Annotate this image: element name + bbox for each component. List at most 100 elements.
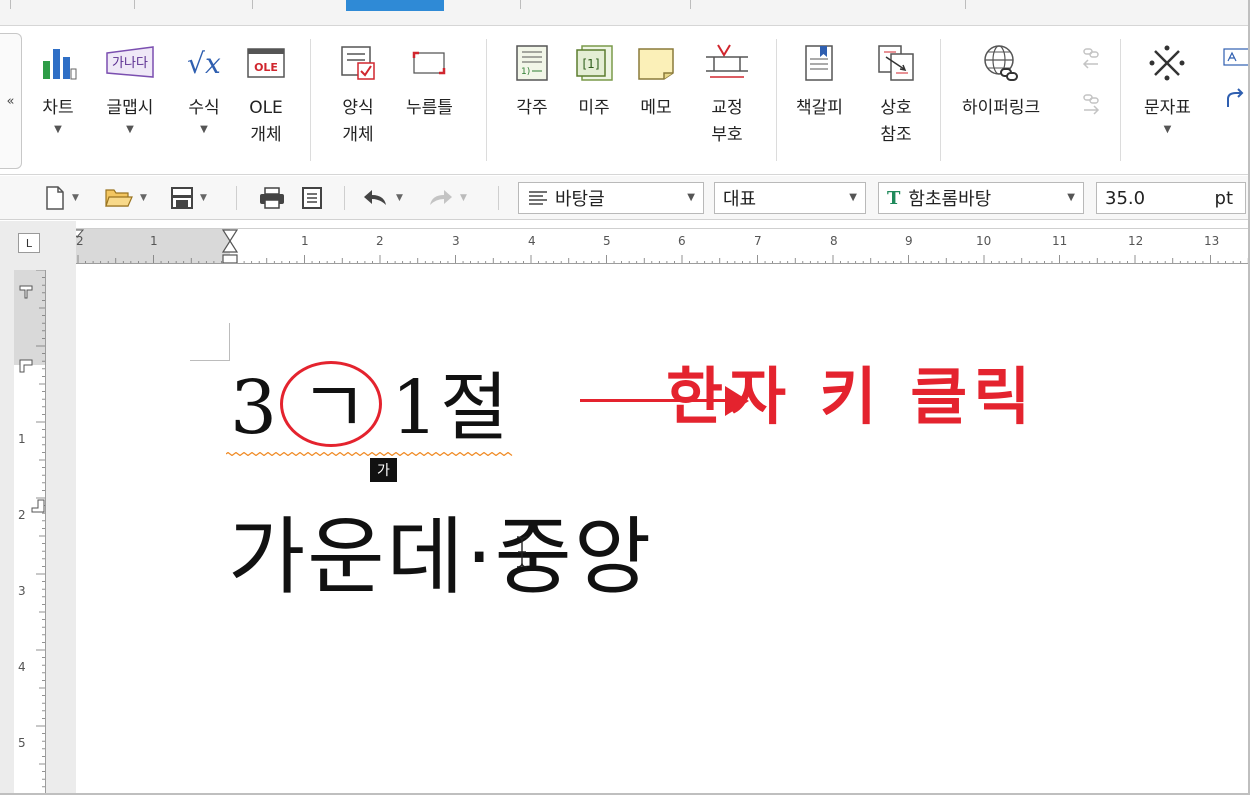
truetype-font-icon: T (887, 187, 901, 209)
document-line-2[interactable]: 가운데·중앙 (228, 505, 653, 609)
ruler-number: 9 (905, 234, 913, 248)
open-document-button[interactable]: ▼ (104, 185, 147, 211)
chevron-down-icon: ▼ (200, 124, 208, 135)
language-value: 대표 (723, 189, 757, 210)
link-next-icon[interactable] (1078, 93, 1104, 117)
form-object-button[interactable]: 양식 개체 (338, 43, 378, 149)
endnote-icon: [1] (574, 43, 614, 83)
svg-text:1): 1) (521, 67, 530, 77)
equation-button[interactable]: √x 수식 ▼ (178, 43, 230, 136)
proofreading-mark-icon (702, 43, 752, 83)
paragraph-top-marker-icon[interactable] (18, 358, 34, 374)
toolbar-separator (344, 186, 345, 210)
ruler-number: 2 (376, 234, 384, 248)
click-field-label: 누름틀 (406, 98, 453, 118)
chevron-down-icon: ▼ (687, 192, 695, 203)
tab-separator (10, 0, 11, 9)
chart-button[interactable]: 차트 ▼ (38, 43, 78, 136)
group-divider (1120, 39, 1121, 161)
print-preview-button[interactable] (300, 185, 324, 211)
ruler-number: 1 (18, 432, 26, 446)
spellcheck-underline (226, 452, 513, 456)
ruler-number: 12 (1128, 234, 1144, 248)
font-value: 함초롬바탕 (908, 189, 992, 210)
active-menu-tab[interactable] (346, 0, 444, 11)
ruler-number: 13 (1204, 234, 1220, 248)
chevron-down-icon[interactable]: ▼ (460, 193, 467, 203)
undo-icon (364, 190, 386, 205)
proofreading-mark-button[interactable]: 교정 부호 (702, 43, 752, 149)
ribbon-collapse-button[interactable]: « (0, 33, 22, 169)
redo-arrow-icon[interactable] (1224, 87, 1250, 111)
chevron-down-icon[interactable]: ▼ (396, 193, 403, 203)
memo-button[interactable]: 메모 (636, 43, 676, 122)
symbol-table-label: 문자표 (1144, 98, 1191, 118)
bookmark-button[interactable]: 책갈피 (796, 43, 843, 122)
redo-button[interactable]: ▼ (426, 185, 467, 211)
memo-icon (636, 43, 676, 83)
chevron-down-icon[interactable]: ▼ (140, 193, 147, 203)
new-document-button[interactable]: ▼ (44, 185, 79, 211)
group-divider (310, 39, 311, 161)
text-area-corner-mark (190, 323, 230, 361)
link-prev-icon[interactable] (1078, 47, 1104, 71)
word-art-button[interactable]: 가나다 글맵시 ▼ (104, 43, 156, 136)
top-margin-marker-icon[interactable] (18, 284, 34, 300)
ribbon-toolbar: « 차트 ▼ 가나다 글맵시 ▼ √x 수식 ▼ OLE OLE 개체 양식 개… (0, 27, 1250, 175)
group-divider (486, 39, 487, 161)
hanja-convert-icon[interactable] (1222, 47, 1250, 67)
bookmark-label: 책갈피 (796, 98, 843, 118)
folder-open-icon (105, 189, 133, 207)
toolbar-separator (498, 186, 499, 210)
document-page[interactable]: 3 ㄱ 1절 가 한자 키 클릭 가운데·중앙 (76, 265, 1250, 795)
vertical-ruler[interactable]: 1 2 3 4 5 (14, 270, 46, 795)
ruler-number: 1 (301, 234, 309, 248)
chevron-down-icon: ▼ (1067, 192, 1075, 203)
tab-separator (965, 0, 966, 9)
ruler-number: 3 (18, 584, 26, 598)
redo-icon (430, 190, 452, 205)
horizontal-ruler[interactable]: 2 1 1 2 3 4 5 6 7 8 9 10 11 12 13 (76, 228, 1250, 264)
chevron-down-icon[interactable]: ▼ (200, 193, 207, 203)
ole-object-button[interactable]: OLE OLE 개체 (246, 43, 286, 149)
left-margin-marker-icon[interactable] (76, 229, 84, 243)
indent-marker-icon[interactable] (220, 229, 240, 264)
menu-tab-strip (0, 0, 1250, 26)
save-button[interactable]: ▼ (170, 185, 207, 211)
chevron-down-icon: ▼ (1163, 124, 1172, 135)
ime-indicator: 가 (370, 458, 397, 482)
proofreading-mark-label: 교정 부호 (711, 98, 743, 145)
highlight-circle (280, 361, 382, 447)
chevron-down-icon[interactable]: ▼ (72, 193, 79, 203)
hyperlink-label: 하이퍼링크 (962, 98, 1041, 118)
symbol-table-icon (1147, 43, 1187, 83)
undo-button[interactable]: ▼ (362, 185, 403, 211)
paragraph-marker-icon[interactable] (30, 498, 46, 514)
footnote-button[interactable]: 1) 각주 (512, 43, 552, 122)
ruler-number: 3 (452, 234, 460, 248)
cross-reference-button[interactable]: 상호 참조 (876, 43, 916, 149)
footnote-icon: 1) (512, 43, 552, 83)
word-art-label: 글맵시 (106, 98, 154, 118)
font-select[interactable]: T 함초롬바탕 ▼ (878, 182, 1084, 214)
bookmark-icon (799, 43, 839, 83)
ruler-number: 4 (528, 234, 536, 248)
endnote-button[interactable]: [1] 미주 (574, 43, 614, 122)
new-document-icon (46, 186, 64, 210)
click-field-icon (409, 43, 449, 83)
hyperlink-button[interactable]: 하이퍼링크 (962, 43, 1040, 122)
chevron-down-icon: ▼ (126, 124, 134, 135)
symbol-table-button[interactable]: 문자표 ▼ (1144, 43, 1191, 136)
equation-icon: √x (178, 43, 230, 83)
ole-object-icon: OLE (246, 43, 286, 83)
tab-separator (252, 0, 253, 9)
print-button[interactable] (258, 185, 286, 211)
click-field-button[interactable]: 누름틀 (406, 43, 453, 122)
paragraph-style-select[interactable]: 바탕글 ▼ (518, 182, 704, 214)
language-select[interactable]: 대표 ▼ (714, 182, 866, 214)
ruler-number: 1 (150, 234, 158, 248)
font-size-select[interactable]: 35.0 pt (1096, 182, 1246, 214)
group-divider (940, 39, 941, 161)
tab-type-button[interactable]: L (18, 233, 40, 253)
svg-text:√x: √x (187, 47, 221, 80)
